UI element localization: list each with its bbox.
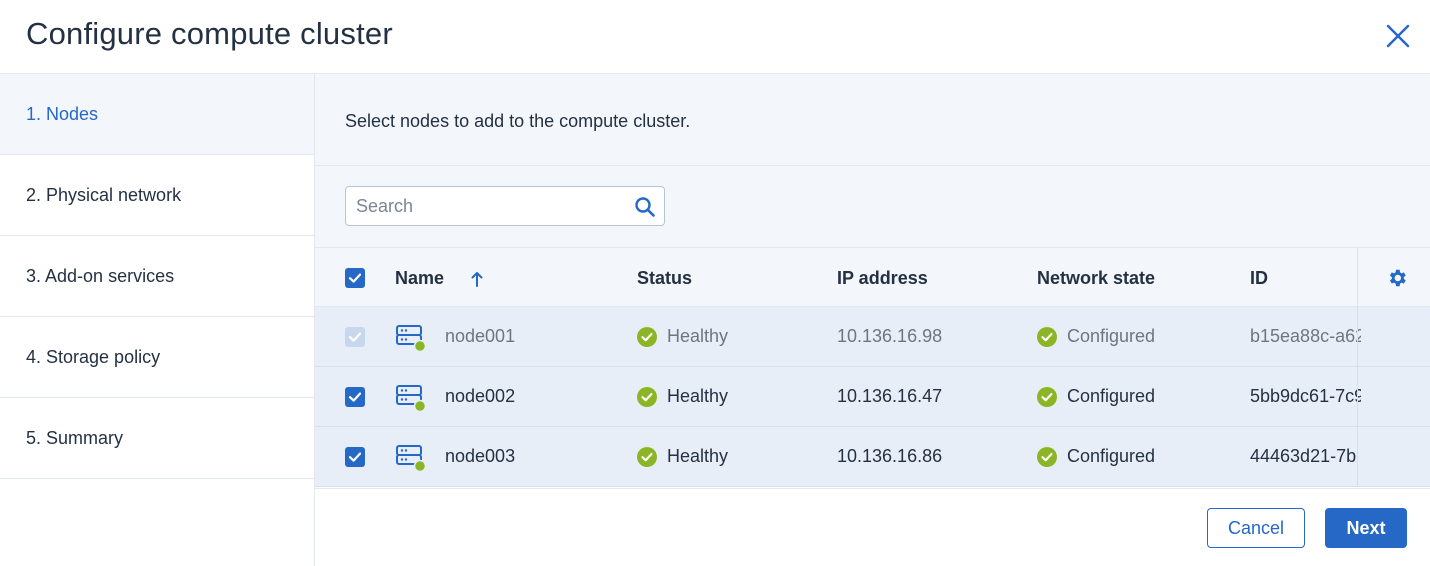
- node-id: b15ea88c-a62: [1250, 326, 1361, 346]
- table-row[interactable]: node001 Healthy 10.136.16.98 Configured …: [315, 307, 1430, 367]
- node-ip: 10.136.16.47: [837, 386, 943, 406]
- table-row[interactable]: node003 Healthy 10.136.16.86 Configured …: [315, 427, 1430, 487]
- table-row[interactable]: node002 Healthy 10.136.16.47 Configured …: [315, 367, 1430, 427]
- server-node-icon: [396, 325, 427, 353]
- node-name: node001: [445, 326, 516, 346]
- node-network-state: Configured: [1067, 446, 1156, 466]
- close-icon[interactable]: [1384, 22, 1412, 50]
- node-status: Healthy: [667, 386, 729, 406]
- row-checkbox[interactable]: [345, 447, 365, 467]
- column-header-ip[interactable]: IP address: [837, 268, 928, 289]
- step-storage-policy[interactable]: 4. Storage policy: [0, 317, 314, 398]
- step-nodes[interactable]: 1. Nodes: [0, 74, 314, 155]
- check-circle-icon: [637, 327, 657, 347]
- row-settings-cell: [1357, 367, 1430, 426]
- node-name: node002: [445, 386, 516, 406]
- step-summary[interactable]: 5. Summary: [0, 398, 314, 479]
- check-circle-icon: [1037, 387, 1057, 407]
- select-all-checkbox[interactable]: [345, 268, 365, 288]
- check-circle-icon: [637, 447, 657, 467]
- gear-icon[interactable]: [1386, 267, 1408, 289]
- step-add-on-services[interactable]: 3. Add-on services: [0, 236, 314, 317]
- check-circle-icon: [1037, 327, 1057, 347]
- node-id: 5bb9dc61-7c9: [1250, 386, 1361, 406]
- search-icon[interactable]: [634, 196, 656, 218]
- server-node-icon: [396, 445, 427, 473]
- server-node-icon: [396, 385, 427, 413]
- check-circle-icon: [1037, 447, 1057, 467]
- dialog-footer: Cancel Next: [315, 488, 1430, 566]
- step-label: 2. Physical network: [26, 185, 182, 205]
- node-id: 44463d21-7b: [1250, 446, 1357, 466]
- checkmark-icon: [348, 332, 362, 342]
- next-button[interactable]: Next: [1325, 508, 1407, 548]
- sort-ascending-icon[interactable]: [470, 270, 484, 288]
- table-header: Name Status IP address Network state ID: [315, 247, 1430, 308]
- node-name: node003: [445, 446, 516, 466]
- row-settings-cell: [1357, 307, 1430, 366]
- row-settings-cell: [1357, 427, 1430, 486]
- dialog-title: Configure compute cluster: [26, 16, 393, 51]
- checkmark-icon: [348, 273, 362, 283]
- wizard-steps: 1. Nodes 2. Physical network 3. Add-on s…: [0, 74, 315, 566]
- main-panel: Select nodes to add to the compute clust…: [315, 74, 1430, 566]
- dialog-header: Configure compute cluster: [0, 0, 1430, 74]
- column-header-status[interactable]: Status: [637, 268, 692, 289]
- cancel-button[interactable]: Cancel: [1207, 508, 1305, 548]
- step-label: 5. Summary: [26, 428, 124, 448]
- step-label: 4. Storage policy: [26, 347, 161, 367]
- column-settings-cell: [1357, 248, 1430, 308]
- search-input[interactable]: [356, 195, 626, 217]
- step-physical-network[interactable]: 2. Physical network: [0, 155, 314, 236]
- column-header-id[interactable]: ID: [1250, 268, 1268, 289]
- intro-section: Select nodes to add to the compute clust…: [315, 74, 1430, 166]
- row-checkbox[interactable]: [345, 387, 365, 407]
- step-label: 3. Add-on services: [26, 266, 175, 286]
- node-network-state: Configured: [1067, 386, 1156, 406]
- search-section: [315, 166, 1430, 247]
- intro-text: Select nodes to add to the compute clust…: [345, 111, 691, 131]
- column-header-name[interactable]: Name: [395, 268, 444, 289]
- checkmark-icon: [348, 392, 362, 402]
- step-label: 1. Nodes: [26, 104, 99, 124]
- node-ip: 10.136.16.98: [837, 326, 943, 346]
- search-box: [345, 186, 665, 226]
- checkmark-icon: [348, 452, 362, 462]
- column-header-network-state[interactable]: Network state: [1037, 268, 1155, 289]
- node-status: Healthy: [667, 446, 729, 466]
- row-checkbox: [345, 327, 365, 347]
- node-status: Healthy: [667, 326, 729, 346]
- node-network-state: Configured: [1067, 326, 1156, 346]
- node-ip: 10.136.16.86: [837, 446, 943, 466]
- check-circle-icon: [637, 387, 657, 407]
